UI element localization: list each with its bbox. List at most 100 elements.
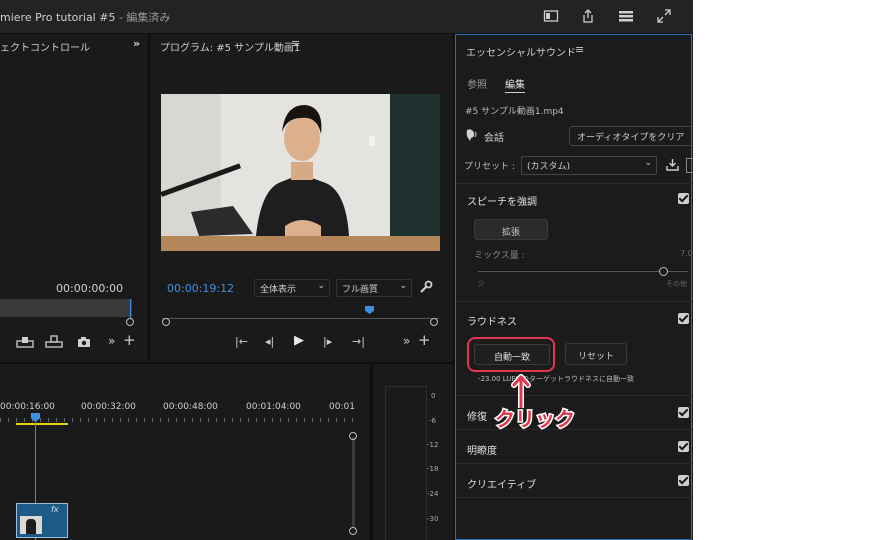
- slider-max-label: その他: [666, 280, 687, 288]
- step-back-icon[interactable]: ◂|: [265, 335, 274, 348]
- delete-preset-icon[interactable]: [686, 158, 693, 173]
- add-button-icon[interactable]: +: [123, 331, 136, 349]
- meter-label: -18: [427, 465, 439, 473]
- fx-badge: fx: [51, 505, 59, 514]
- scroll-handle-bottom[interactable]: [349, 527, 357, 535]
- program-menu-icon[interactable]: ≡: [291, 37, 300, 50]
- wrench-icon[interactable]: [419, 280, 433, 294]
- enhance-button[interactable]: 拡張: [474, 219, 548, 240]
- meter-label: -12: [427, 441, 439, 449]
- mix-amount-value[interactable]: 7.0: [680, 249, 693, 258]
- more-buttons-icon[interactable]: »: [403, 334, 410, 348]
- speech-enhance-label: スピーチを強調: [467, 197, 537, 208]
- creative-checkbox[interactable]: [678, 475, 689, 486]
- share-icon[interactable]: [580, 8, 596, 24]
- effect-timeline-bar[interactable]: [0, 299, 132, 317]
- section-separator: [456, 301, 692, 302]
- camera-icon[interactable]: [77, 336, 91, 348]
- creative-label: クリエイティブ: [467, 480, 537, 491]
- effect-zoom-handle[interactable]: [126, 318, 134, 326]
- ruler-label: 00:00:48:00: [163, 402, 218, 412]
- panel-menu-chevron-icon[interactable]: »: [133, 37, 140, 50]
- ruler-label: 00:00:32:00: [81, 402, 136, 412]
- lift-icon[interactable]: [16, 335, 34, 349]
- fullscreen-icon[interactable]: [656, 8, 672, 24]
- ruler-label: 00:01: [329, 402, 355, 412]
- preset-label: プリセット :: [464, 162, 515, 172]
- section-separator: [456, 497, 692, 498]
- clarity-checkbox[interactable]: [678, 441, 689, 452]
- essential-sound-menu-icon[interactable]: ≡: [575, 43, 584, 56]
- edit-status: - 編集済み: [115, 11, 171, 24]
- save-preset-icon[interactable]: [666, 158, 679, 171]
- clarity-label: 明瞭度: [467, 446, 497, 457]
- reset-label: リセット: [577, 352, 614, 362]
- section-separator: [456, 463, 692, 464]
- playback-quality-select[interactable]: フル画質 ⌄: [336, 279, 412, 297]
- video-clip[interactable]: fx: [16, 503, 68, 538]
- effect-playhead: [130, 299, 131, 319]
- tab-edit-underline: [505, 92, 525, 93]
- meter-label: -24: [427, 490, 439, 498]
- repair-checkbox[interactable]: [678, 407, 689, 418]
- reset-button[interactable]: リセット: [565, 343, 627, 365]
- meter-label: 0: [431, 392, 436, 400]
- mix-slider-track[interactable]: [478, 271, 688, 272]
- chevron-down-icon: ⌄: [317, 281, 325, 291]
- scroll-handle-top[interactable]: [349, 432, 357, 440]
- loudness-checkbox[interactable]: [678, 313, 689, 324]
- tab-edit[interactable]: 編集: [505, 76, 525, 91]
- tab-browse[interactable]: 参照: [467, 76, 487, 91]
- timeline-scrollbar[interactable]: [352, 437, 355, 527]
- video-frame: [161, 94, 440, 251]
- essential-sound-title: エッセンシャルサウンド: [466, 48, 576, 59]
- speech-enhance-checkbox[interactable]: [678, 193, 689, 204]
- panel-layout-icon[interactable]: [543, 8, 559, 24]
- timeline-ticks: [0, 418, 355, 422]
- panel-divider: [453, 34, 455, 540]
- title-bar: miere Pro tutorial #5 - 編集済み: [0, 0, 693, 34]
- more-chevron-icon[interactable]: »: [108, 334, 115, 348]
- program-time-ruler[interactable]: [162, 310, 439, 319]
- program-timecode[interactable]: 00:00:19:12: [167, 282, 234, 295]
- section-separator: [456, 183, 692, 184]
- loudness-note: -23.00 LUFS のターゲットラウドネスに自動一致: [478, 375, 635, 383]
- zoom-level-value: 全体表示: [260, 285, 297, 295]
- preset-select[interactable]: (カスタム) ⌄: [521, 156, 657, 175]
- program-zoom-handle-right[interactable]: [430, 318, 438, 326]
- program-zoom-handle-left[interactable]: [162, 318, 170, 326]
- annotation-click-label: クリック: [494, 406, 577, 433]
- loudness-label: ラウドネス: [467, 317, 517, 328]
- dialogue-icon: [466, 129, 477, 141]
- button-editor-icon[interactable]: +: [418, 331, 431, 349]
- preset-value: (カスタム): [527, 162, 571, 172]
- project-title: miere Pro tutorial #5: [0, 11, 116, 24]
- enhance-button-label: 拡張: [501, 228, 520, 238]
- ruler-label: 00:01:04:00: [246, 402, 301, 412]
- clip-name: #5 サンプル動画1.mp4: [465, 107, 564, 117]
- audio-meter-bar: [385, 386, 427, 540]
- quick-export-icon[interactable]: [618, 8, 634, 24]
- slider-min-label: 少: [478, 280, 485, 288]
- go-to-out-icon[interactable]: →|: [352, 335, 365, 348]
- go-to-in-icon[interactable]: |←: [235, 335, 248, 348]
- clear-audio-type-button[interactable]: オーディオタイプをクリア: [569, 126, 693, 146]
- play-icon[interactable]: ▶: [294, 333, 304, 348]
- zoom-level-select[interactable]: 全体表示 ⌄: [254, 279, 330, 297]
- mix-amount-label: ミックス量 :: [474, 251, 525, 261]
- effect-timecode: 00:00:00:00: [56, 282, 124, 295]
- clear-audio-type-label: オーディオタイプをクリア: [577, 133, 685, 143]
- ruler-label: 00:00:16:00: [0, 402, 55, 412]
- extract-icon[interactable]: [45, 335, 63, 349]
- repair-label: 修復: [467, 412, 487, 423]
- step-forward-icon[interactable]: |▸: [323, 335, 332, 348]
- effect-controls-title: ェクトコントロール: [0, 43, 90, 54]
- meter-label: -6: [429, 417, 436, 425]
- annotation-highlight-box: [467, 337, 555, 372]
- chevron-down-icon: ⌄: [644, 158, 652, 168]
- panel-divider: [0, 362, 455, 364]
- quality-value: フル画質: [342, 285, 379, 295]
- work-area-bar[interactable]: [16, 423, 68, 425]
- mix-slider-thumb[interactable]: [658, 267, 668, 276]
- panel-divider: [148, 34, 150, 364]
